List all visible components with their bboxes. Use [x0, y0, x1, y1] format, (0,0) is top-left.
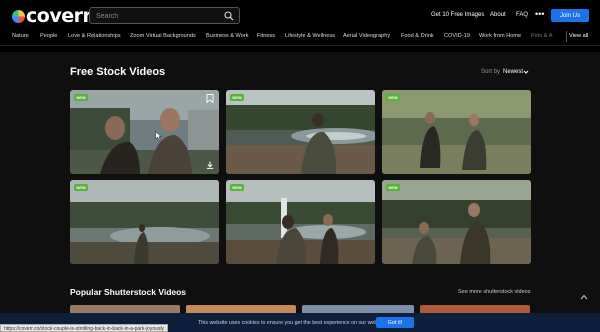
new-badge: NEW — [230, 94, 244, 101]
category-pets[interactable]: Pets & A — [531, 33, 552, 39]
view-all-link[interactable]: View all — [569, 33, 588, 39]
coverr-logo-icon — [12, 9, 25, 23]
faq-link[interactable]: FAQ — [516, 12, 528, 18]
header-divider — [0, 45, 600, 46]
video-card[interactable]: NEW — [226, 180, 375, 264]
logo-text: coverr — [26, 5, 92, 27]
popular-section-title: Popular Shutterstock Videos — [70, 287, 187, 297]
search-box[interactable] — [89, 7, 240, 24]
new-badge: NEW — [386, 94, 400, 101]
video-card[interactable]: NEW — [70, 90, 219, 174]
category-food-drink[interactable]: Food & Drink — [401, 33, 434, 39]
sort-dropdown[interactable]: Newest — [503, 69, 523, 75]
bookmark-icon[interactable] — [206, 94, 214, 103]
free-images-link[interactable]: Get 10 Free Images — [431, 12, 484, 18]
video-thumbnail — [70, 90, 219, 174]
video-thumbnail — [382, 180, 531, 264]
category-zoom-backgrounds[interactable]: Zoom Virtual Backgrounds — [130, 33, 196, 39]
category-work-from-home[interactable]: Work from Home — [479, 33, 521, 39]
category-business-work[interactable]: Business & Work — [206, 33, 249, 39]
new-badge: NEW — [386, 184, 400, 191]
chevron-down-icon[interactable] — [523, 69, 529, 75]
download-icon[interactable] — [206, 161, 214, 169]
category-nav: Nature People Love & Relationships Zoom … — [0, 31, 600, 45]
new-badge: NEW — [74, 184, 88, 191]
video-card[interactable]: NEW — [226, 90, 375, 174]
page-title: Free Stock Videos — [70, 66, 166, 78]
new-badge: NEW — [74, 94, 88, 101]
video-card[interactable]: NEW — [382, 180, 531, 264]
search-icon[interactable] — [224, 11, 234, 21]
category-aerial-videography[interactable]: Aerial Videography — [343, 33, 390, 39]
scroll-top-icon[interactable] — [580, 294, 588, 300]
join-us-button[interactable]: Join Us — [551, 9, 589, 22]
status-bar-url: https://coverr.co/stock-couple-is-stroll… — [0, 324, 169, 332]
see-more-link[interactable]: See more shutterstock videos — [458, 289, 530, 295]
video-thumbnail — [226, 180, 375, 264]
category-lifestyle-wellness[interactable]: Lifestyle & Wellness — [285, 33, 335, 39]
video-card[interactable]: NEW — [382, 90, 531, 174]
sort-label: Sort by — [481, 69, 501, 75]
video-card[interactable]: NEW — [70, 180, 219, 264]
video-thumbnail — [226, 90, 375, 174]
search-input[interactable] — [96, 10, 216, 22]
category-fitness[interactable]: Fitness — [257, 33, 275, 39]
more-icon[interactable]: ••• — [535, 9, 544, 19]
logo[interactable]: coverr — [12, 5, 92, 27]
category-divider — [566, 31, 567, 42]
cursor-icon — [155, 131, 162, 141]
cookie-text: This website uses cookies to ensure you … — [198, 320, 388, 326]
category-love-relationships[interactable]: Love & Relationships — [68, 33, 121, 39]
video-thumbnail — [70, 180, 219, 264]
category-covid-19[interactable]: COVID-19 — [444, 33, 470, 39]
video-thumbnail — [382, 90, 531, 174]
new-badge: NEW — [230, 184, 244, 191]
category-nature[interactable]: Nature — [12, 33, 29, 39]
about-link[interactable]: About — [490, 12, 506, 18]
cookie-accept-button[interactable]: Got it! — [376, 317, 414, 328]
category-people[interactable]: People — [40, 33, 57, 39]
